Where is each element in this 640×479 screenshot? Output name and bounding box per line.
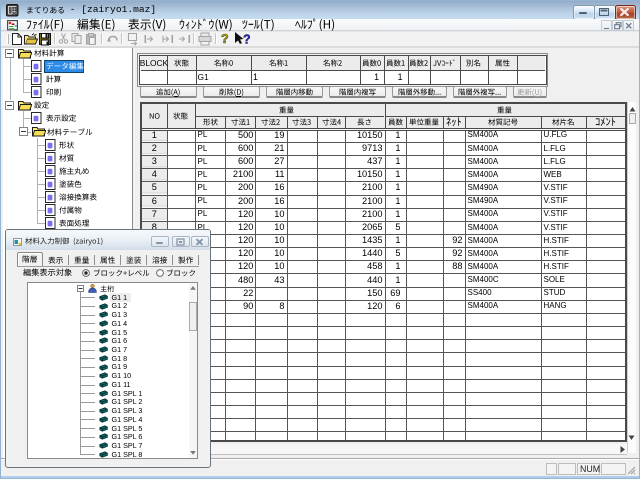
svg-text:?: ? [243, 33, 251, 47]
svg-text:?: ? [221, 32, 229, 46]
